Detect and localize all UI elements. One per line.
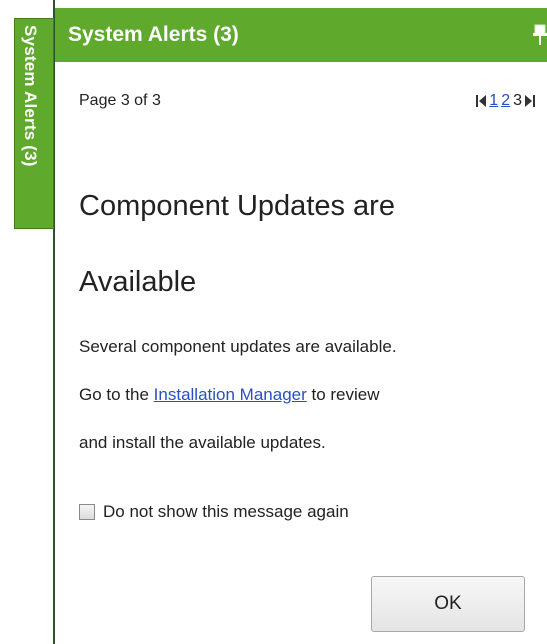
system-alerts-window: System Alerts (3) System Alerts (3) Page… xyxy=(0,0,547,644)
pager: 1 2 3 xyxy=(476,92,535,110)
message-line2: Go to the Installation Manager to review xyxy=(79,371,539,419)
side-panel: System Alerts (3) xyxy=(0,0,55,644)
header-title: System Alerts (3) xyxy=(68,23,239,46)
pin-icon[interactable] xyxy=(533,24,547,46)
dont-show-again-row[interactable]: Do not show this message again xyxy=(79,502,349,522)
dont-show-again-label: Do not show this message again xyxy=(103,502,349,521)
dont-show-again-checkbox[interactable] xyxy=(79,504,95,520)
side-tab-label: System Alerts (3) xyxy=(21,25,40,167)
current-page: 3 xyxy=(513,92,522,109)
alert-heading: Component Updates are Available xyxy=(79,168,499,320)
alert-message: Several component updates are available.… xyxy=(79,323,539,467)
last-page-icon[interactable] xyxy=(525,94,535,108)
alert-header: System Alerts (3) xyxy=(55,8,547,62)
message-line3: and install the available updates. xyxy=(79,433,326,452)
alert-content: Page 3 of 3 1 2 3 Component Updates are … xyxy=(55,62,547,644)
message-line2-suffix: to review xyxy=(306,385,380,404)
page-link-1[interactable]: 1 xyxy=(489,92,498,110)
installation-manager-link[interactable]: Installation Manager xyxy=(154,385,307,404)
first-page-icon[interactable] xyxy=(476,94,487,108)
message-line1: Several component updates are available. xyxy=(79,337,397,356)
page-indicator: Page 3 of 3 xyxy=(79,92,161,109)
page-link-2[interactable]: 2 xyxy=(501,92,510,110)
ok-button[interactable]: OK xyxy=(371,576,525,632)
alert-heading-line1: Component Updates are xyxy=(79,190,395,222)
message-line2-prefix: Go to the xyxy=(79,385,154,404)
alert-heading-line2: Available xyxy=(79,266,197,298)
